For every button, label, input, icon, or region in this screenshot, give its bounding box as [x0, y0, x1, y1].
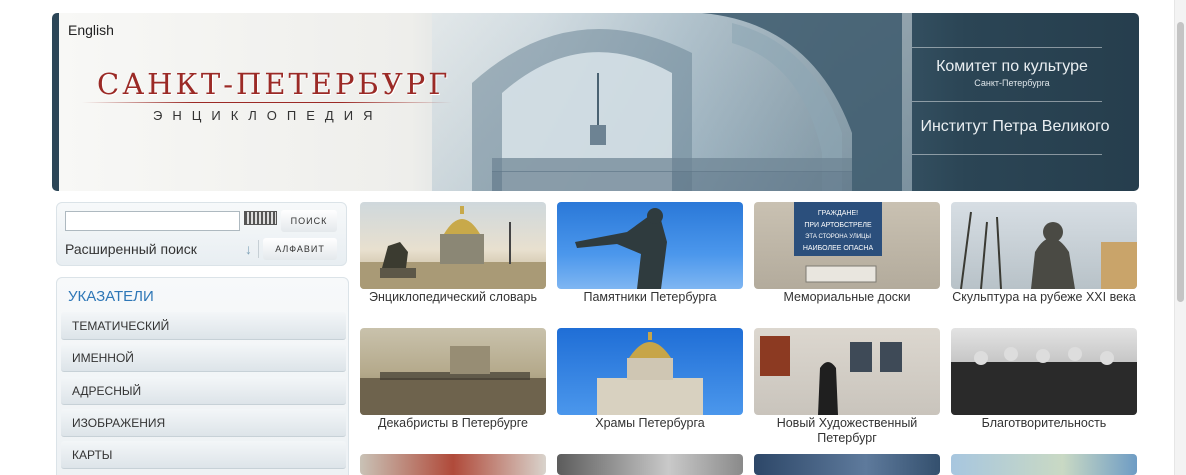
tile-new-art[interactable]: Новый Художественный Петербург [754, 328, 940, 450]
logo-rule [82, 102, 452, 103]
tile-caption[interactable]: Новый Художественный Петербург [748, 416, 946, 446]
index-item-names[interactable]: ИМЕННОЙ [61, 344, 346, 372]
arch-view-image [432, 13, 912, 191]
tile-row3-3[interactable] [754, 454, 940, 475]
tile-caption[interactable]: Мемориальные доски [748, 290, 946, 305]
banner-edge [52, 13, 59, 191]
page: English САНКТ-ПЕТЕРБУРГ ЭНЦИКЛОПЕДИЯ Ком… [0, 0, 1186, 475]
keyboard-icon[interactable] [244, 211, 277, 225]
tile-image[interactable] [754, 454, 940, 475]
tile-image[interactable]: ГРАЖДАНЕ! ПРИ АРТОБСТРЕЛЕ ЭТА СТОРОНА УЛ… [754, 202, 940, 289]
tile-decembrists[interactable]: Декабристы в Петербурге [360, 328, 546, 450]
svg-text:ПРИ АРТОБСТРЕЛЕ: ПРИ АРТОБСТРЕЛЕ [804, 222, 872, 229]
tile-churches[interactable]: Храмы Петербурга [557, 328, 743, 450]
header-banner: English САНКТ-ПЕТЕРБУРГ ЭНЦИКЛОПЕДИЯ Ком… [52, 13, 1139, 191]
tile-charity[interactable]: Благотворительность [951, 328, 1137, 450]
tile-caption[interactable]: Декабристы в Петербурге [354, 416, 552, 431]
svg-text:НАИБОЛЕЕ ОПАСНА: НАИБОЛЕЕ ОПАСНА [803, 245, 874, 252]
scrollbar[interactable] [1174, 0, 1186, 475]
committee-link[interactable]: Комитет по культуре [912, 58, 1112, 76]
divider-line [912, 154, 1102, 155]
advanced-search-link[interactable]: Расширенный поиск [65, 241, 197, 257]
tile-row3-4[interactable] [951, 454, 1137, 475]
tile-monuments[interactable]: Памятники Петербурга [557, 202, 743, 324]
index-title: УКАЗАТЕЛИ [68, 288, 154, 305]
tile-encyclopedic-dictionary[interactable]: Энциклопедический словарь [360, 202, 546, 324]
tile-image[interactable] [951, 328, 1137, 415]
tile-image[interactable] [557, 454, 743, 475]
tile-image[interactable] [557, 202, 743, 289]
alphabet-button[interactable]: АЛФАВИТ [263, 238, 337, 260]
svg-text:ГРАЖДАНЕ!: ГРАЖДАНЕ! [818, 210, 858, 217]
index-item-addresses[interactable]: АДРЕСНЫЙ [61, 377, 346, 405]
committee-sub[interactable]: Санкт-Петербурга [912, 78, 1112, 88]
tile-caption[interactable]: Энциклопедический словарь [354, 290, 552, 305]
tile-sculpture[interactable]: Скульптура на рубеже XXI века [951, 202, 1137, 324]
arrow-down-icon[interactable]: ↓ [239, 240, 259, 258]
tile-caption[interactable]: Памятники Петербурга [551, 290, 749, 305]
tile-caption[interactable]: Скульптура на рубеже XXI века [945, 290, 1143, 305]
tile-row3-2[interactable] [557, 454, 743, 475]
tile-image[interactable] [360, 328, 546, 415]
index-item-maps[interactable]: КАРТЫ [61, 441, 346, 469]
tile-image[interactable] [754, 328, 940, 415]
divider-line [912, 47, 1102, 48]
search-panel: ПОИСК Расширенный поиск ↓ АЛФАВИТ [56, 202, 347, 266]
language-link[interactable]: English [68, 22, 114, 38]
tile-image[interactable] [951, 202, 1137, 289]
logo-title[interactable]: САНКТ-ПЕТЕРБУРГ [97, 67, 451, 101]
tile-image[interactable] [557, 328, 743, 415]
institute-link[interactable]: Институт Петра Великого [910, 118, 1120, 136]
tile-image[interactable] [360, 202, 546, 289]
search-input[interactable] [65, 211, 240, 231]
tile-image[interactable] [360, 454, 546, 475]
tile-caption[interactable]: Благотворительность [945, 416, 1143, 431]
tile-caption[interactable]: Храмы Петербурга [551, 416, 749, 431]
svg-text:ЭТА СТОРОНА УЛИЦЫ: ЭТА СТОРОНА УЛИЦЫ [805, 234, 871, 240]
tile-row3-1[interactable] [360, 454, 546, 475]
scrollbar-thumb[interactable] [1177, 22, 1184, 302]
logo-subtitle: ЭНЦИКЛОПЕДИЯ [153, 108, 383, 123]
divider-line [912, 101, 1102, 102]
index-panel: УКАЗАТЕЛИ ТЕМАТИЧЕСКИЙ ИМЕННОЙ АДРЕСНЫЙ … [56, 277, 349, 475]
index-item-images[interactable]: ИЗОБРАЖЕНИЯ [61, 409, 346, 437]
index-item-thematic[interactable]: ТЕМАТИЧЕСКИЙ [61, 312, 346, 340]
tile-image[interactable] [951, 454, 1137, 475]
tile-memorial-plaques[interactable]: ГРАЖДАНЕ! ПРИ АРТОБСТРЕЛЕ ЭТА СТОРОНА УЛ… [754, 202, 940, 324]
search-button[interactable]: ПОИСК [281, 210, 337, 232]
